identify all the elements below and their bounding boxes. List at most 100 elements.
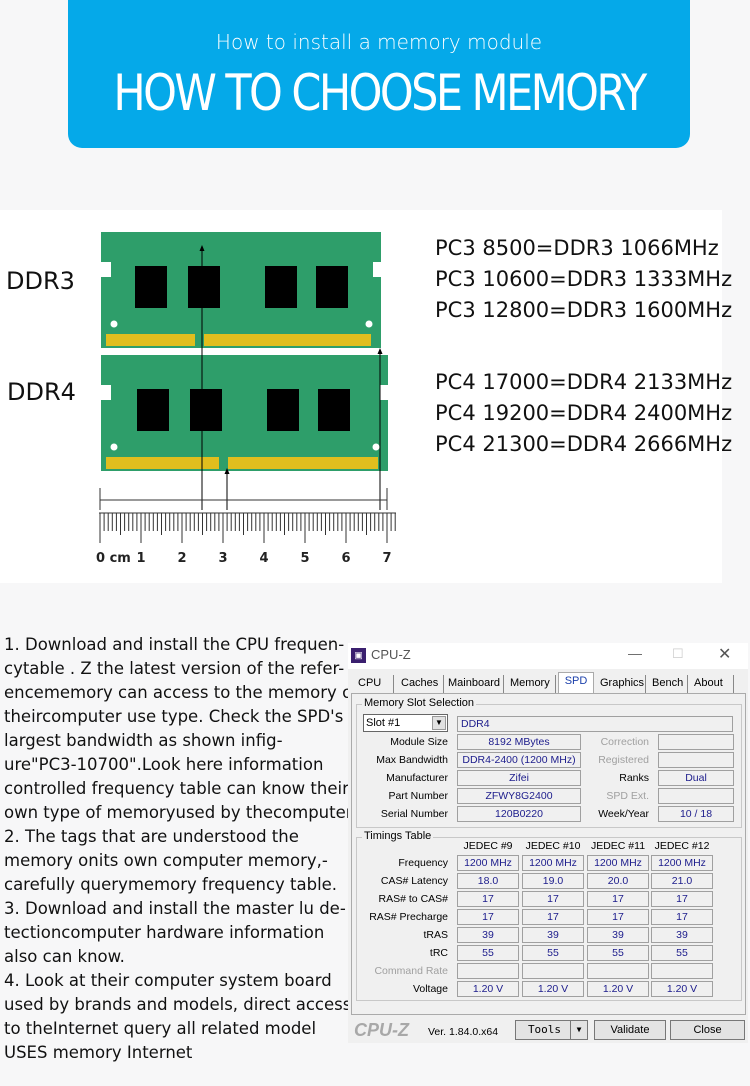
instruction-line: ure"PC3-10700".Look here information	[4, 755, 324, 774]
memory-chip	[135, 266, 167, 308]
tab-caches[interactable]: Caches	[397, 675, 444, 693]
tools-label: Tools	[527, 1023, 562, 1036]
memory-chip	[137, 389, 169, 431]
tools-button[interactable]: Tools ▼	[515, 1020, 588, 1040]
side-notch	[373, 262, 381, 277]
timing-value: 39	[457, 927, 519, 943]
chevron-down-icon[interactable]: ▼	[570, 1021, 587, 1039]
minimize-icon[interactable]: —	[628, 645, 642, 661]
validate-button[interactable]: Validate	[594, 1020, 666, 1040]
instruction-line: memory onits own computer memory,-	[4, 851, 328, 870]
memory-chip	[318, 389, 350, 431]
cpuz-window: ▣ CPU-Z — ☐ ✕ CPU Caches Mainboard Memory SP…	[348, 643, 748, 1043]
ruler-label: 4	[259, 551, 268, 566]
timing-value: 39	[651, 927, 713, 943]
memory-chip	[188, 266, 220, 308]
timing-value: 39	[587, 927, 649, 943]
timing-row-label: Voltage	[412, 983, 448, 995]
side-notch	[101, 385, 111, 400]
timing-value: 1.20 V	[587, 981, 649, 997]
timing-value: 17	[522, 891, 584, 907]
slot-select[interactable]: Slot #1 ▼	[363, 714, 448, 732]
timing-value: 1200 MHz	[457, 855, 519, 871]
mount-hole	[372, 443, 380, 451]
tab-mainboard[interactable]: Mainboard	[444, 675, 504, 693]
instruction-line: tectioncomputer hardware information	[4, 923, 325, 942]
timing-value: 17	[457, 909, 519, 925]
ruler-label: 3	[218, 551, 227, 566]
timing-value: 20.0	[587, 873, 649, 889]
tab-graphics[interactable]: Graphics	[596, 675, 646, 693]
timing-value	[457, 963, 519, 979]
chevron-down-icon[interactable]: ▼	[432, 716, 446, 730]
mount-hole	[110, 443, 118, 451]
instruction-line: 2. The tags that are understood the	[4, 827, 299, 846]
timing-row-label: Command Rate	[374, 965, 448, 977]
timing-value	[522, 963, 584, 979]
memory-chip	[265, 266, 297, 308]
maximize-icon[interactable]: ☐	[672, 646, 684, 662]
timing-row-label: CAS# Latency	[380, 875, 448, 887]
window-title: CPU-Z	[371, 647, 411, 662]
memory-chip	[316, 266, 348, 308]
tab-cpu[interactable]: CPU	[354, 675, 394, 693]
memory-module-diagram: 0 cm 1 2 3 4 5 6 7	[96, 232, 396, 566]
instruction-line: used by brands and models, direct access	[4, 995, 352, 1014]
timing-column-header: JEDEC #10	[525, 840, 581, 852]
field-value: Dual	[658, 770, 734, 786]
timing-row-label: tRAS	[423, 929, 448, 941]
instruction-line: cytable . Z the latest version of the re…	[4, 659, 345, 678]
memory-type-field: DDR4	[457, 716, 733, 732]
timing-value: 17	[587, 891, 649, 907]
field-label: SPD Ext.	[606, 790, 649, 802]
timing-value: 17	[457, 891, 519, 907]
tab-bench[interactable]: Bench	[648, 675, 688, 693]
header-banner: How to install a memory module HOW TO CH…	[68, 0, 690, 148]
ruler-label: 5	[300, 551, 309, 566]
instruction-line: also can know.	[4, 947, 125, 966]
timing-value: 1200 MHz	[587, 855, 649, 871]
title-bar: ▣ CPU-Z — ☐ ✕	[348, 643, 748, 669]
instructions-text: 1. Download and install the CPU frequen-…	[4, 633, 358, 1065]
field-value: Zifei	[457, 770, 581, 786]
cpuz-app-icon: ▣	[351, 648, 366, 663]
field-value: DDR4-2400 (1200 MHz)	[457, 752, 581, 768]
ddr4-spec-line: PC4 21300=DDR4 2666MHz	[435, 432, 733, 456]
version-text: Ver. 1.84.0.x64	[428, 1026, 499, 1038]
close-icon[interactable]: ✕	[718, 644, 731, 664]
mount-hole	[110, 320, 118, 328]
instruction-line: to theInternet query all related model	[4, 1019, 317, 1038]
timing-row-label: Frequency	[398, 857, 448, 869]
close-button[interactable]: Close	[670, 1020, 745, 1040]
timing-value: 18.0	[457, 873, 519, 889]
ddr4-spec-line: PC4 19200=DDR4 2400MHz	[435, 401, 733, 425]
ruler-label: 7	[382, 551, 391, 566]
timing-value: 55	[522, 945, 584, 961]
timing-value	[651, 963, 713, 979]
tab-memory[interactable]: Memory	[506, 675, 556, 693]
field-value: 8192 MBytes	[457, 734, 581, 750]
field-value	[658, 734, 734, 750]
banner-subtitle: How to install a memory module	[215, 30, 543, 54]
ruler-label: 1	[136, 551, 145, 566]
memory-chip	[190, 389, 222, 431]
slot-group-label: Memory Slot Selection	[362, 697, 477, 709]
instruction-line: controlled frequency table can know thei…	[4, 779, 349, 798]
timing-value: 55	[651, 945, 713, 961]
instruction-line: encememory can access to the memory of	[4, 683, 358, 702]
timing-row-label: tRC	[429, 947, 448, 959]
instruction-line: USES memory Internet	[4, 1043, 193, 1062]
field-value: 10 / 18	[658, 806, 734, 822]
field-value: 120B0220	[457, 806, 581, 822]
timing-value: 1.20 V	[651, 981, 713, 997]
timing-value: 19.0	[522, 873, 584, 889]
timing-value: 1200 MHz	[522, 855, 584, 871]
instruction-line: 1. Download and install the CPU frequen-	[4, 635, 345, 654]
ddr4-spec-line: PC4 17000=DDR4 2133MHz	[435, 370, 733, 394]
slot-value: Slot #1	[366, 717, 401, 729]
tab-about[interactable]: About	[690, 675, 734, 693]
timing-value: 1.20 V	[457, 981, 519, 997]
tab-spd[interactable]: SPD	[558, 672, 594, 694]
timing-column-header: JEDEC #9	[463, 840, 513, 852]
timing-row-label: RAS# Precharge	[369, 911, 448, 923]
